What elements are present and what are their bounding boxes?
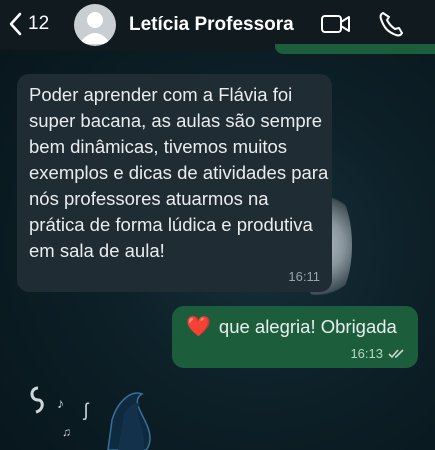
heart-emoji: ❤️	[186, 316, 211, 338]
chevron-left-icon	[9, 12, 22, 36]
default-avatar-icon	[79, 12, 111, 44]
message-meta: 16:13	[350, 346, 406, 361]
incoming-message-bubble[interactable]: Poder aprender com a Flávia foi super ba…	[17, 74, 332, 292]
message-text: Poder aprender com a Flávia foi super ba…	[29, 84, 329, 261]
phone-call-icon	[379, 12, 403, 37]
message-content: ❤️ que alegria! Obrigada	[186, 314, 406, 340]
read-ticks-icon	[388, 349, 404, 359]
avatar[interactable]	[74, 4, 116, 46]
video-call-button[interactable]	[320, 12, 352, 41]
video-call-icon	[321, 15, 350, 33]
back-button[interactable]: 12	[8, 12, 49, 36]
outgoing-message-bubble[interactable]: ❤️ que alegria! Obrigada 16:13	[172, 306, 418, 368]
chat-header: 12 Letícia Professora	[0, 0, 435, 50]
svg-text:♫: ♫	[62, 425, 71, 439]
voice-call-button[interactable]	[378, 10, 404, 43]
svg-text:♪: ♪	[57, 395, 64, 411]
contact-name[interactable]: Letícia Professora	[129, 14, 294, 36]
svg-text:ʃ: ʃ	[82, 400, 90, 420]
message-time: 16:13	[350, 346, 383, 361]
message-text: que alegria! Obrigada	[218, 316, 397, 337]
previous-outgoing-bubble	[275, 44, 435, 54]
unread-count: 12	[28, 13, 50, 34]
message-time: 16:11	[288, 269, 320, 284]
wallpaper-music-notes: ♪ ʃ ♫	[30, 386, 151, 450]
